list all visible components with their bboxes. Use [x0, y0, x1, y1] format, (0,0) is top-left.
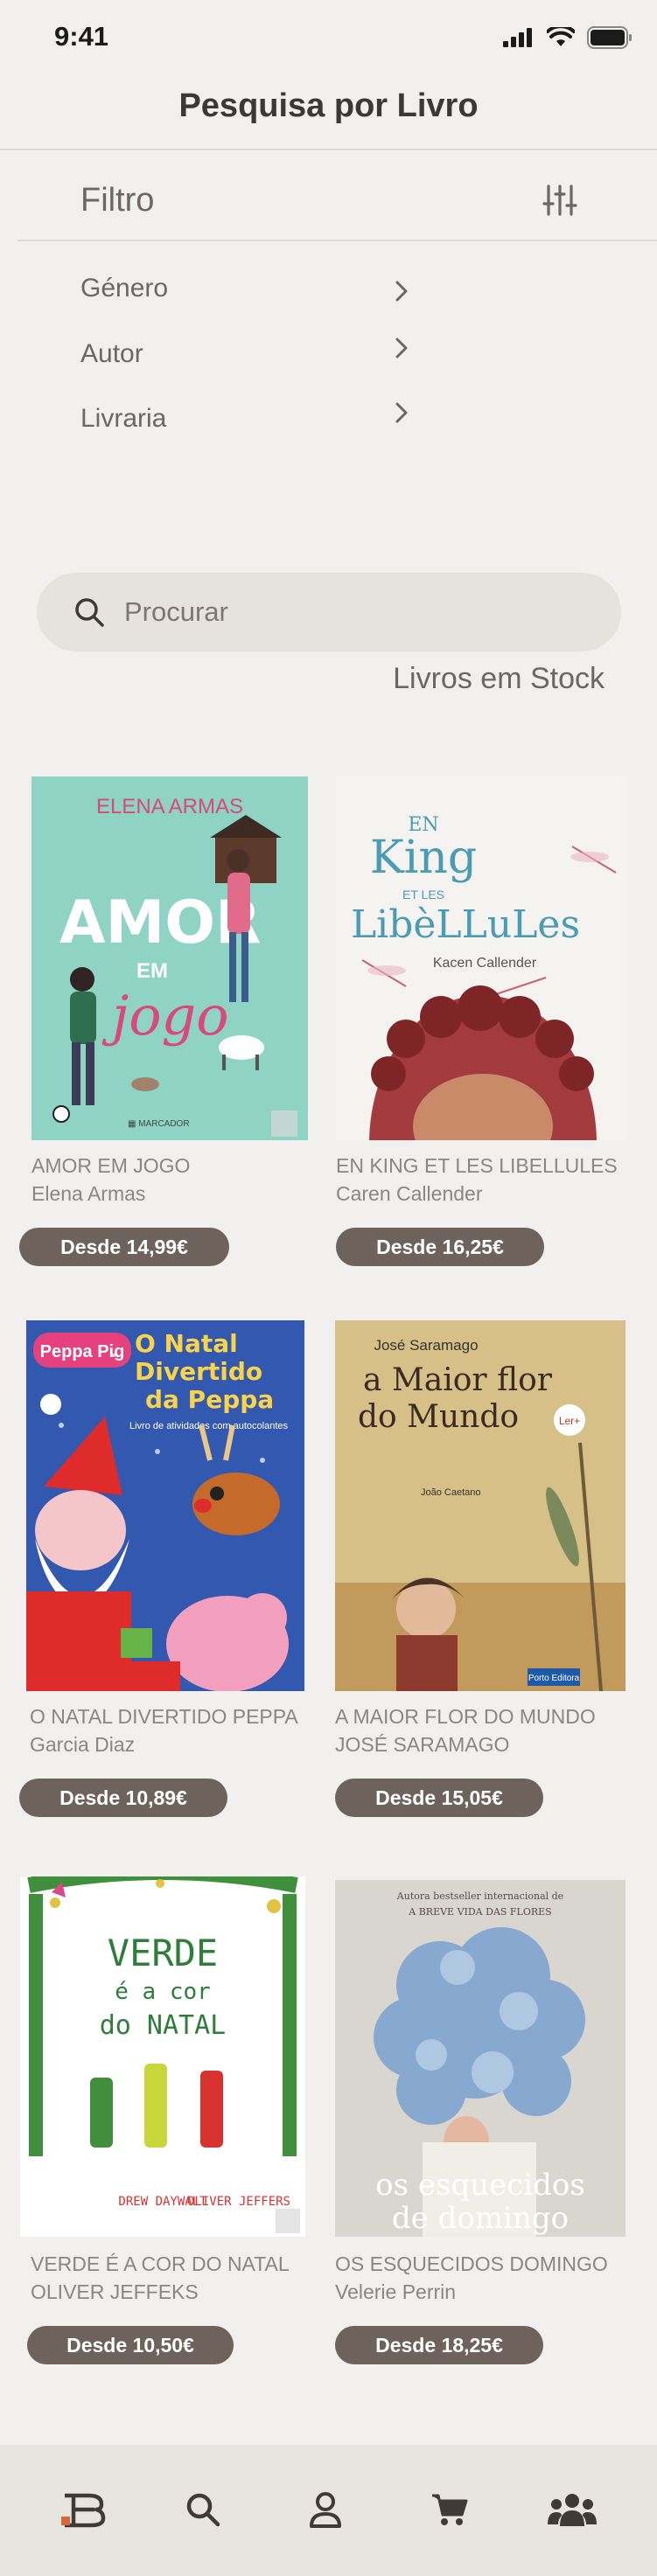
svg-text:José Saramago: José Saramago [374, 1337, 478, 1354]
nav-community[interactable] [546, 2483, 598, 2536]
filter-settings-button[interactable] [541, 181, 579, 219]
filter-divider [17, 240, 657, 241]
wifi-icon [547, 27, 575, 46]
search-bar[interactable] [37, 573, 621, 651]
book-title: EN KING ET LES LIBELLULES [336, 1154, 618, 1177]
book-price-button[interactable]: Desde 18,25€ [335, 2326, 543, 2364]
battery-icon [587, 26, 632, 49]
status-icons [503, 26, 633, 49]
sliders-icon [542, 184, 577, 216]
filter-option-label: Género [80, 274, 169, 303]
book-title: A MAIOR FLOR DO MUNDO [335, 1705, 596, 1728]
svg-text:A BREVE VIDA DAS FLORES: A BREVE VIDA DAS FLORES [408, 1906, 551, 1918]
book-cover[interactable]: Peppa Pig O Natal Divertido da Peppa Liv… [26, 1320, 304, 1691]
book-author: JOSÉ SARAMAGO [335, 1733, 510, 1756]
book-price-button[interactable]: Desde 10,89€ [19, 1779, 227, 1817]
chevron-right-icon [395, 402, 408, 423]
filter-option-label: Livraria [80, 404, 167, 433]
book-cover[interactable]: VERDE é a cor do NATAL DREW DAYWALT OLIV… [20, 1876, 305, 2237]
header-divider [0, 149, 657, 150]
svg-text:Livro de atividades com autoco: Livro de atividades com autocolantes [129, 1421, 288, 1431]
book-price-button[interactable]: Desde 15,05€ [335, 1779, 543, 1817]
svg-text:de domingo: de domingo [392, 2201, 569, 2236]
svg-text:Ler+: Ler+ [559, 1415, 580, 1427]
status-bar: 9:41 [0, 0, 657, 77]
book-cover[interactable]: ELENA ARMAS AMOR EM jogo ▦ MARCADOR [31, 776, 308, 1140]
book-price-button[interactable]: Desde 16,25€ [336, 1228, 544, 1266]
community-icon [548, 2494, 597, 2526]
book-author: OLIVER JEFFEKS [31, 2280, 199, 2303]
search-icon [186, 2493, 220, 2527]
filter-option-livraria[interactable]: Livraria [80, 402, 413, 442]
svg-text:da Peppa: da Peppa [145, 1385, 274, 1414]
svg-text:do NATAL: do NATAL [100, 2010, 227, 2041]
svg-text:é a cor: é a cor [115, 1979, 211, 2005]
user-icon [310, 2492, 341, 2528]
filter-option-label: Autor [80, 339, 143, 368]
book-author: Velerie Perrin [335, 2280, 457, 2303]
book-price-button[interactable]: Desde 10,50€ [27, 2326, 234, 2364]
book-author: Caren Callender [336, 1182, 483, 1205]
svg-text:ET LES: ET LES [402, 888, 444, 902]
nav-cart[interactable] [423, 2483, 476, 2536]
svg-text:OLIVER JEFFERS: OLIVER JEFFERS [187, 2195, 290, 2209]
book-title: O NATAL DIVERTIDO PEPPA [30, 1705, 298, 1728]
status-time: 9:41 [54, 21, 109, 52]
nav-search[interactable] [177, 2483, 229, 2536]
book-title: AMOR EM JOGO [31, 1154, 191, 1177]
nav-profile[interactable] [299, 2483, 352, 2536]
search-input[interactable] [124, 590, 579, 634]
book-cover[interactable]: José Saramago a Maior flor do Mundo Ler+… [335, 1320, 626, 1691]
nav-home[interactable] [58, 2483, 110, 2536]
svg-text:Divertido: Divertido [135, 1357, 262, 1386]
book-cover[interactable]: Autora bestseller internacional de A BRE… [335, 1880, 626, 2237]
svg-text:ELENA ARMAS: ELENA ARMAS [96, 795, 243, 818]
filter-option-genero[interactable]: Género [80, 274, 413, 312]
svg-text:▦ MARCADOR: ▦ MARCADOR [128, 1119, 190, 1129]
page-title: Pesquisa por Livro [178, 87, 479, 124]
search-icon [75, 598, 104, 627]
cart-icon [432, 2494, 468, 2525]
svg-text:Porto Editora: Porto Editora [528, 1674, 580, 1683]
svg-text:LibèLLuLes: LibèLLuLes [351, 902, 580, 947]
book-author: Elena Armas [31, 1182, 146, 1205]
chevron-right-icon [395, 281, 408, 302]
book-title: VERDE É A COR DO NATAL [31, 2252, 290, 2275]
svg-text:O Natal: O Natal [135, 1329, 238, 1358]
home-icon [61, 2493, 106, 2528]
svg-text:jogo: jogo [101, 984, 229, 1048]
svg-text:Peppa Pig: Peppa Pig [40, 1342, 125, 1361]
chevron-right-icon [395, 338, 408, 359]
book-title: OS ESQUECIDOS DOMINGO [335, 2252, 608, 2275]
book-cover[interactable]: EN King ET LES LibèLLuLes Kacen Callende… [336, 776, 628, 1140]
svg-text:João Caetano: João Caetano [421, 1487, 481, 1498]
filter-option-autor[interactable]: Autor [80, 338, 413, 378]
svg-text:VERDE: VERDE [108, 1932, 218, 1974]
book-price-button[interactable]: Desde 14,99€ [19, 1228, 229, 1266]
filter-label: Filtro [80, 182, 155, 219]
svg-text:a Maior flor: a Maior flor [363, 1362, 553, 1398]
stock-filter-label[interactable]: Livros em Stock [393, 662, 605, 696]
svg-text:EM: EM [136, 959, 168, 983]
bottom-navigation [0, 2445, 657, 2576]
svg-text:do Mundo: do Mundo [358, 1399, 519, 1435]
signal-icon [503, 28, 532, 47]
svg-text:King: King [370, 832, 477, 884]
svg-text:os esquecidos: os esquecidos [375, 2168, 585, 2203]
book-author: Garcia Diaz [30, 1733, 136, 1756]
svg-text:Autora bestseller internaciona: Autora bestseller internacional de [396, 1890, 563, 1902]
svg-text:Kacen Callender: Kacen Callender [433, 956, 537, 971]
